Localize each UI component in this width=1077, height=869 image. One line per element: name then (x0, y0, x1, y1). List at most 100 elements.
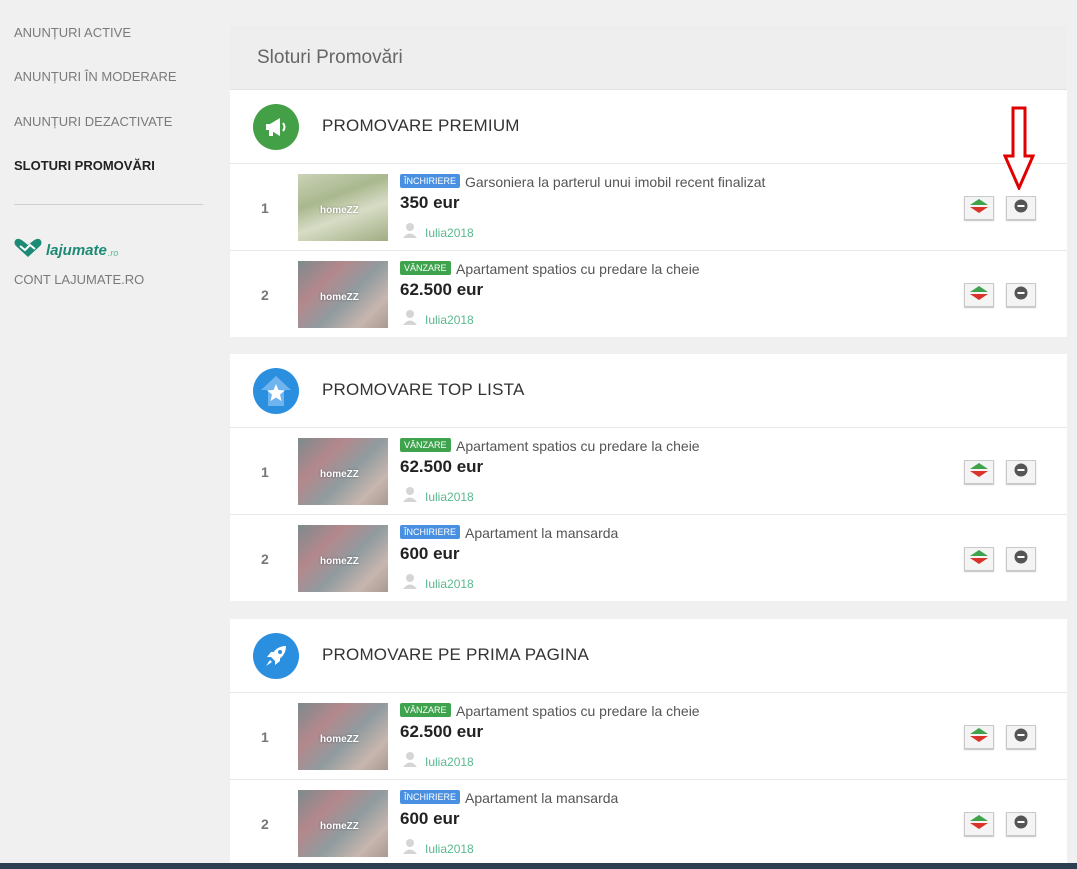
remove-button[interactable] (1006, 460, 1036, 484)
user-avatar-icon (402, 309, 418, 330)
listing-price: 62.500 eur (400, 280, 484, 299)
username[interactable]: Iulia2018 (425, 226, 474, 240)
listing-thumbnail[interactable]: homeZZ (298, 174, 388, 241)
row-number: 1 (261, 200, 269, 216)
list-item: 2 homeZZ ÎNCHIRIERE Apartament la mansar… (230, 780, 1067, 866)
section-front-page: PROMOVARE PE PRIMA PAGINA 1 homeZZ VÂNZA… (230, 619, 1067, 866)
listing-thumbnail[interactable]: homeZZ (298, 261, 388, 328)
listing-thumbnail[interactable]: homeZZ (298, 525, 388, 592)
sidebar-item-moderation-ads[interactable]: ANUNȚURI ÎN MODERARE (14, 69, 177, 84)
bottom-bar (0, 863, 1077, 869)
category-badge: ÎNCHIRIERE (400, 174, 461, 188)
listing-price: 62.500 eur (400, 457, 484, 476)
username[interactable]: Iulia2018 (425, 490, 474, 504)
page-title: Sloturi Promovări (257, 47, 403, 68)
row-number: 1 (261, 729, 269, 745)
account-link[interactable]: CONT LAJUMATE.RO (14, 272, 144, 287)
listing-user: Iulia2018 (402, 222, 474, 243)
heart-handshake-icon (14, 238, 42, 263)
username[interactable]: Iulia2018 (425, 577, 474, 591)
reorder-button[interactable] (964, 460, 994, 484)
brand-logo[interactable]: lajumate .ro (14, 238, 118, 263)
section-header: PROMOVARE PREMIUM (230, 90, 1067, 164)
reorder-arrows-icon (970, 285, 988, 305)
minus-circle-icon (1014, 550, 1028, 569)
thumbnail-watermark: homeZZ (320, 821, 359, 832)
listing-title[interactable]: Apartament spatios cu predare la cheie (456, 703, 700, 719)
minus-circle-icon (1014, 286, 1028, 305)
reorder-button[interactable] (964, 725, 994, 749)
sidebar-divider (14, 204, 203, 205)
thumbnail-watermark: homeZZ (320, 205, 359, 216)
main-panel: Sloturi Promovări (230, 26, 1067, 90)
section-premium: PROMOVARE PREMIUM 1 homeZZ ÎNCHIRIERE Ga… (230, 90, 1067, 337)
sidebar-item-active-ads[interactable]: ANUNȚURI ACTIVE (14, 25, 131, 40)
reorder-button[interactable] (964, 196, 994, 220)
category-badge: ÎNCHIRIERE (400, 790, 461, 804)
remove-button[interactable] (1006, 196, 1036, 220)
sidebar-item-deactivated-ads[interactable]: ANUNȚURI DEZACTIVATE (14, 114, 172, 129)
listing-user: Iulia2018 (402, 486, 474, 507)
reorder-button[interactable] (964, 283, 994, 307)
reorder-arrows-icon (970, 462, 988, 482)
listing-thumbnail[interactable]: homeZZ (298, 438, 388, 505)
reorder-arrows-icon (970, 727, 988, 747)
list-item: 2 homeZZ VÂNZARE Apartament spatios cu p… (230, 251, 1067, 337)
listing-user: Iulia2018 (402, 309, 474, 330)
listing-price: 600 eur (400, 544, 460, 563)
row-number: 2 (261, 287, 269, 303)
listing-title[interactable]: Apartament la mansarda (465, 790, 618, 806)
minus-circle-icon (1014, 815, 1028, 834)
rocket-icon (253, 633, 299, 679)
section-top-list: PROMOVARE TOP LISTA 1 homeZZ VÂNZARE Apa… (230, 354, 1067, 601)
listing-thumbnail[interactable]: homeZZ (298, 790, 388, 857)
minus-circle-icon (1014, 199, 1028, 218)
category-badge: VÂNZARE (400, 703, 451, 717)
list-item: 1 homeZZ VÂNZARE Apartament spatios cu p… (230, 428, 1067, 515)
thumbnail-watermark: homeZZ (320, 469, 359, 480)
category-badge: VÂNZARE (400, 438, 451, 452)
user-avatar-icon (402, 573, 418, 594)
page-header: Sloturi Promovări (230, 26, 1067, 90)
reorder-arrows-icon (970, 549, 988, 569)
annotation-arrow-icon (1002, 106, 1036, 195)
listing-title[interactable]: Garsoniera la parterul unui imobil recen… (465, 174, 765, 190)
row-number: 2 (261, 551, 269, 567)
star-arrow-icon (253, 368, 299, 414)
reorder-arrows-icon (970, 198, 988, 218)
brand-tld: .ro (107, 248, 119, 258)
listing-title[interactable]: Apartament spatios cu predare la cheie (456, 261, 700, 277)
list-item: 2 homeZZ ÎNCHIRIERE Apartament la mansar… (230, 515, 1067, 601)
remove-button[interactable] (1006, 283, 1036, 307)
reorder-button[interactable] (964, 812, 994, 836)
thumbnail-watermark: homeZZ (320, 734, 359, 745)
minus-circle-icon (1014, 463, 1028, 482)
remove-button[interactable] (1006, 812, 1036, 836)
listing-title[interactable]: Apartament la mansarda (465, 525, 618, 541)
user-avatar-icon (402, 486, 418, 507)
listing-title[interactable]: Apartament spatios cu predare la cheie (456, 438, 700, 454)
section-title: PROMOVARE TOP LISTA (322, 380, 525, 399)
megaphone-icon (253, 104, 299, 150)
list-item: 1 homeZZ ÎNCHIRIERE Garsoniera la parter… (230, 164, 1067, 251)
category-badge: VÂNZARE (400, 261, 451, 275)
list-item: 1 homeZZ VÂNZARE Apartament spatios cu p… (230, 693, 1067, 780)
row-number: 1 (261, 464, 269, 480)
reorder-button[interactable] (964, 547, 994, 571)
section-header: PROMOVARE TOP LISTA (230, 354, 1067, 428)
listing-price: 600 eur (400, 809, 460, 828)
listing-user: Iulia2018 (402, 573, 474, 594)
reorder-arrows-icon (970, 814, 988, 834)
thumbnail-watermark: homeZZ (320, 292, 359, 303)
remove-button[interactable] (1006, 547, 1036, 571)
section-header: PROMOVARE PE PRIMA PAGINA (230, 619, 1067, 693)
username[interactable]: Iulia2018 (425, 313, 474, 327)
user-avatar-icon (402, 751, 418, 772)
listing-user: Iulia2018 (402, 838, 474, 859)
remove-button[interactable] (1006, 725, 1036, 749)
username[interactable]: Iulia2018 (425, 755, 474, 769)
sidebar-item-promotion-slots[interactable]: SLOTURI PROMOVĂRI (14, 158, 155, 173)
username[interactable]: Iulia2018 (425, 842, 474, 856)
listing-thumbnail[interactable]: homeZZ (298, 703, 388, 770)
listing-price: 350 eur (400, 193, 460, 212)
